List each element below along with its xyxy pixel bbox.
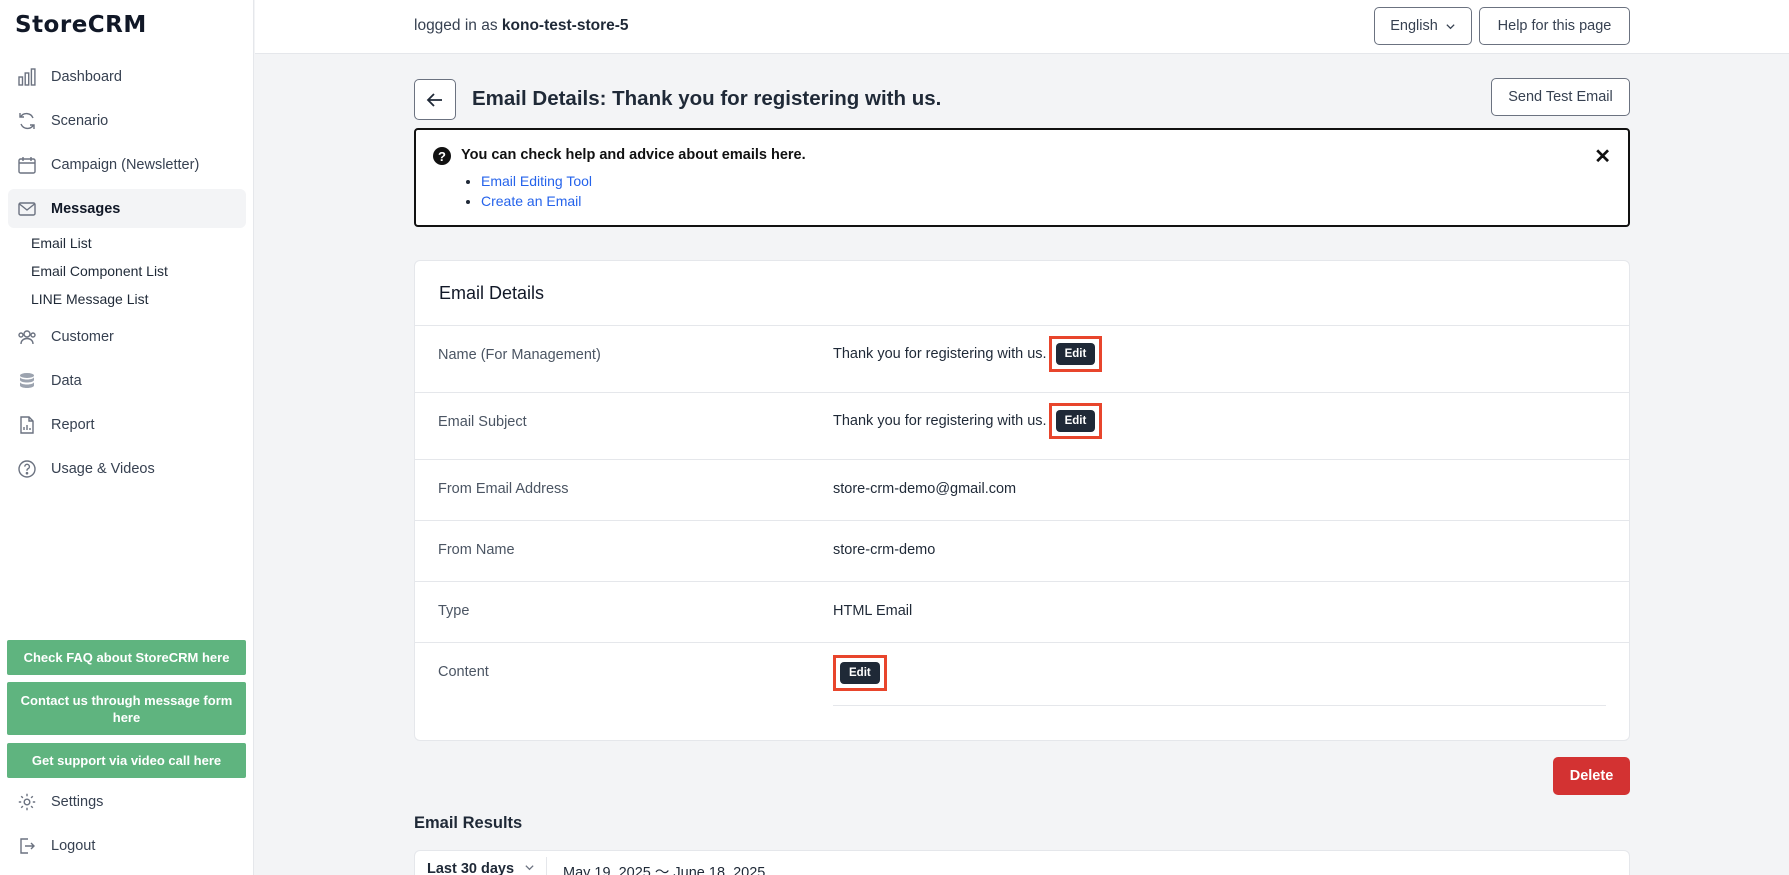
language-select[interactable]: English (1374, 7, 1472, 45)
login-prefix: logged in as (414, 17, 498, 34)
report-icon (17, 415, 37, 435)
row-label: From Name (438, 542, 515, 558)
faq-button[interactable]: Check FAQ about StoreCRM here (7, 640, 246, 675)
topbar: logged in as kono-test-store-5 English H… (255, 0, 1789, 54)
nav-campaign[interactable]: Campaign (Newsletter) (8, 145, 246, 184)
chevron-down-icon (1445, 21, 1456, 32)
question-icon: ? (433, 147, 451, 165)
nav-label: Customer (51, 328, 114, 345)
help-links: Email Editing Tool Create an Email (481, 171, 592, 211)
name-value: Thank you for registering with us. (833, 346, 1047, 362)
nav-label: Messages (51, 200, 121, 217)
help-notice: ? You can check help and advice about em… (414, 128, 1630, 227)
nav-messages[interactable]: Messages (8, 189, 246, 228)
video-support-button[interactable]: Get support via video call here (7, 743, 246, 778)
nav-label: Settings (51, 793, 104, 810)
language-label: English (1390, 18, 1438, 34)
list-item: Create an Email (481, 191, 592, 211)
range-label: Last 30 days (427, 861, 515, 875)
bar-chart-icon (17, 67, 37, 87)
help-page-button[interactable]: Help for this page (1479, 7, 1630, 45)
nav-usage-videos[interactable]: Usage & Videos (8, 449, 246, 488)
arrow-left-icon (425, 90, 445, 110)
gear-icon (17, 792, 37, 812)
edit-subject-button[interactable]: Edit (1055, 410, 1096, 432)
results-filter-bar: Last 30 days May 19, 2025 〜 June 18, 202… (414, 850, 1630, 875)
close-icon[interactable]: ✕ (1594, 144, 1611, 169)
nav-label: Logout (51, 837, 96, 854)
nav-dashboard[interactable]: Dashboard (8, 57, 246, 96)
date-range-input[interactable]: May 19, 2025 〜 June 18, 2025 (563, 861, 765, 875)
create-email-link[interactable]: Create an Email (481, 193, 581, 209)
divider (833, 705, 1606, 706)
nav-report[interactable]: Report (8, 405, 246, 444)
row-value: Thank you for registering with us. Edit (833, 336, 1103, 372)
nav-label: Scenario (51, 112, 109, 129)
row-label: Email Subject (438, 414, 527, 430)
subject-value: Thank you for registering with us. (833, 413, 1047, 429)
nav-data[interactable]: Data (8, 361, 246, 400)
back-button[interactable] (414, 79, 456, 120)
detail-row-type: Type HTML Email (415, 581, 1629, 642)
chevron-down-icon (524, 862, 535, 873)
row-label: Type (438, 603, 470, 619)
nav-label: Report (51, 416, 95, 433)
detail-row-content: Content Edit (415, 642, 1629, 740)
edit-highlight: Edit (1048, 403, 1103, 439)
sidebar-item-line-message-list[interactable]: LINE Message List (31, 291, 149, 307)
type-value: HTML Email (833, 603, 913, 619)
row-label: Name (For Management) (438, 347, 601, 363)
users-icon (17, 327, 37, 347)
nav-label: Usage & Videos (51, 460, 155, 477)
contact-form-button[interactable]: Contact us through message form here (7, 682, 246, 735)
divider (546, 857, 547, 875)
detail-row-from-name: From Name store-crm-demo (415, 520, 1629, 581)
username: kono-test-store-5 (501, 17, 629, 34)
logout-icon (17, 836, 37, 856)
refresh-icon (17, 111, 37, 131)
edit-name-button[interactable]: Edit (1055, 343, 1096, 365)
list-item: Email Editing Tool (481, 171, 592, 191)
sidebar-item-email-component-list[interactable]: Email Component List (31, 263, 168, 279)
page-title: Email Details: Thank you for registering… (472, 87, 942, 110)
calendar-icon (17, 155, 37, 175)
nav-settings[interactable]: Settings (8, 782, 246, 821)
card-title: Email Details (439, 283, 545, 303)
detail-row-subject: Email Subject Thank you for registering … (415, 392, 1629, 459)
edit-highlight: Edit (833, 655, 887, 691)
row-value: Thank you for registering with us. Edit (833, 403, 1103, 439)
nav-label: Campaign (Newsletter) (51, 156, 200, 173)
delete-button[interactable]: Delete (1553, 757, 1630, 795)
sidebar-item-email-list[interactable]: Email List (31, 235, 92, 251)
nav-logout[interactable]: Logout (8, 826, 246, 865)
mail-icon (17, 199, 37, 219)
sidebar: StoreCRM Dashboard Scenario Campaign (Ne… (0, 0, 254, 875)
results-title: Email Results (414, 814, 523, 832)
help-title: You can check help and advice about emai… (461, 147, 806, 163)
row-label: From Email Address (438, 481, 569, 497)
nav-label: Dashboard (51, 68, 122, 85)
row-value: Edit (833, 655, 887, 691)
nav-customer[interactable]: Customer (8, 317, 246, 356)
help-circle-icon (17, 459, 37, 479)
email-editing-tool-link[interactable]: Email Editing Tool (481, 173, 592, 189)
database-icon (17, 371, 37, 391)
email-details-card: Email Details Name (For Management) Than… (414, 260, 1630, 741)
from-address-value: store-crm-demo@gmail.com (833, 481, 1017, 497)
send-test-email-button[interactable]: Send Test Email (1491, 78, 1630, 116)
app-logo[interactable]: StoreCRM (15, 12, 147, 38)
detail-row-from-address: From Email Address store-crm-demo@gmail.… (415, 459, 1629, 520)
row-label: Content (438, 664, 489, 680)
nav-scenario[interactable]: Scenario (8, 101, 246, 140)
date-range-select[interactable]: Last 30 days (427, 861, 535, 875)
detail-row-name: Name (For Management) Thank you for regi… (415, 325, 1629, 392)
from-name-value: store-crm-demo (833, 542, 936, 558)
edit-highlight: Edit (1048, 336, 1103, 372)
edit-content-button[interactable]: Edit (840, 662, 880, 684)
login-status: logged in as kono-test-store-5 (414, 17, 629, 35)
nav-label: Data (51, 372, 82, 389)
